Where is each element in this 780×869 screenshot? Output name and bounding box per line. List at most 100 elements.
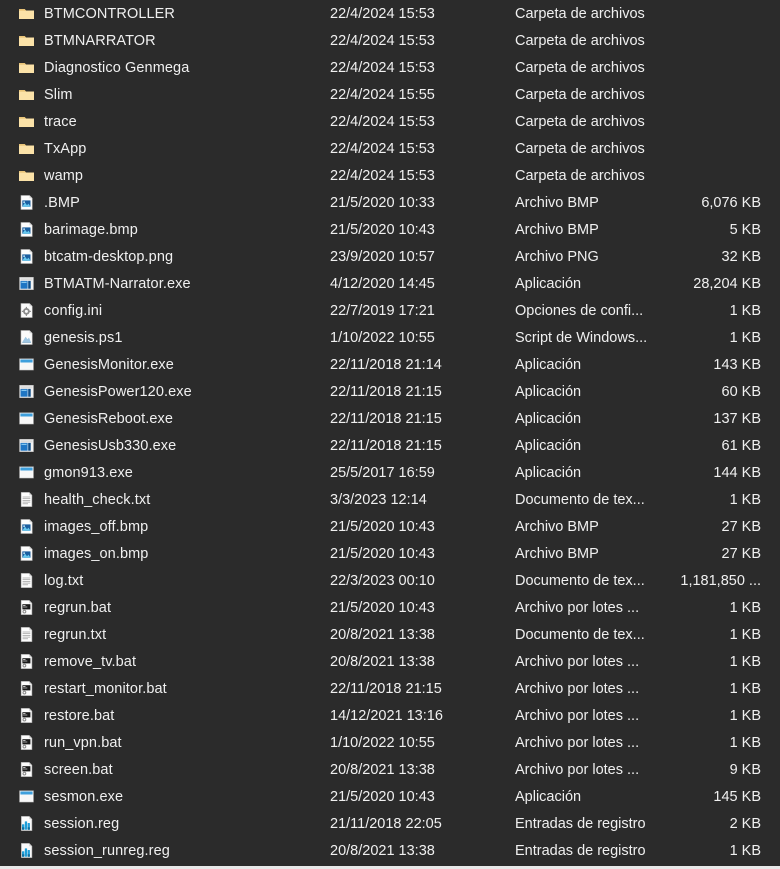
table-row[interactable]: GenesisPower120.exe22/11/2018 21:15Aplic… (0, 378, 780, 405)
table-row[interactable]: session.reg21/11/2018 22:05Entradas de r… (0, 810, 780, 837)
application-icon (18, 275, 35, 292)
table-row[interactable]: health_check.txt3/3/2023 12:14Documento … (0, 486, 780, 513)
file-name-cell[interactable]: run_vpn.bat (0, 734, 330, 751)
file-type-cell: Carpeta de archivos (515, 60, 660, 76)
table-row[interactable]: GenesisMonitor.exe22/11/2018 21:14Aplica… (0, 351, 780, 378)
file-date-cell: 21/5/2020 10:43 (330, 546, 515, 562)
file-name-cell[interactable]: images_off.bmp (0, 518, 330, 535)
table-row[interactable]: GenesisReboot.exe22/11/2018 21:15Aplicac… (0, 405, 780, 432)
table-row[interactable]: run_vpn.bat1/10/2022 10:55Archivo por lo… (0, 729, 780, 756)
table-row[interactable]: config.ini22/7/2019 17:21Opciones de con… (0, 297, 780, 324)
file-size-cell: 143 KB (660, 357, 770, 373)
table-row[interactable]: images_off.bmp21/5/2020 10:43Archivo BMP… (0, 513, 780, 540)
file-date-cell: 22/3/2023 00:10 (330, 573, 515, 589)
file-name-cell[interactable]: remove_tv.bat (0, 653, 330, 670)
file-name-cell[interactable]: images_on.bmp (0, 545, 330, 562)
table-row[interactable]: regrun.bat21/5/2020 10:43Archivo por lot… (0, 594, 780, 621)
file-date-cell: 22/4/2024 15:53 (330, 141, 515, 157)
file-name-cell[interactable]: GenesisMonitor.exe (0, 356, 330, 373)
file-size-cell: 61 KB (660, 438, 770, 454)
table-row[interactable]: .BMP21/5/2020 10:33Archivo BMP6,076 KB (0, 189, 780, 216)
file-type-cell: Documento de tex... (515, 627, 660, 643)
file-name-cell[interactable]: health_check.txt (0, 491, 330, 508)
folder-icon (18, 113, 35, 130)
file-name-cell[interactable]: session.reg (0, 815, 330, 832)
file-name-cell[interactable]: regrun.txt (0, 626, 330, 643)
file-size-cell: 1 KB (660, 708, 770, 724)
file-list-view[interactable]: BTMCONTROLLER22/4/2024 15:53Carpeta de a… (0, 0, 780, 869)
file-name-cell[interactable]: GenesisReboot.exe (0, 410, 330, 427)
batch-file-icon (18, 707, 35, 724)
table-row[interactable]: genesis.ps11/10/2022 10:55Script de Wind… (0, 324, 780, 351)
file-name-cell[interactable]: GenesisPower120.exe (0, 383, 330, 400)
file-name-cell[interactable]: GenesisUsb330.exe (0, 437, 330, 454)
file-size-cell: 1,181,850 ... (660, 573, 770, 589)
file-name-cell[interactable]: Slim (0, 86, 330, 103)
table-row[interactable]: regrun.txt20/8/2021 13:38Documento de te… (0, 621, 780, 648)
window-app-icon (18, 356, 35, 373)
table-row[interactable]: remove_tv.bat20/8/2021 13:38Archivo por … (0, 648, 780, 675)
file-date-cell: 22/4/2024 15:53 (330, 114, 515, 130)
file-name-label: gmon913.exe (44, 465, 133, 481)
table-row[interactable]: gmon913.exe25/5/2017 16:59Aplicación144 … (0, 459, 780, 486)
table-row[interactable]: wamp22/4/2024 15:53Carpeta de archivos (0, 162, 780, 189)
table-row[interactable]: screen.bat20/8/2021 13:38Archivo por lot… (0, 756, 780, 783)
file-name-cell[interactable]: sesmon.exe (0, 788, 330, 805)
file-name-cell[interactable]: gmon913.exe (0, 464, 330, 481)
application-icon (18, 437, 35, 454)
file-size-cell: 1 KB (660, 843, 770, 859)
table-row[interactable]: Slim22/4/2024 15:55Carpeta de archivos (0, 81, 780, 108)
file-size-cell: 9 KB (660, 762, 770, 778)
file-name-label: trace (44, 114, 77, 130)
file-date-cell: 22/11/2018 21:15 (330, 438, 515, 454)
table-row[interactable]: restore.bat14/12/2021 13:16Archivo por l… (0, 702, 780, 729)
file-type-cell: Aplicación (515, 384, 660, 400)
table-row[interactable]: Diagnostico Genmega22/4/2024 15:53Carpet… (0, 54, 780, 81)
file-name-cell[interactable]: restart_monitor.bat (0, 680, 330, 697)
folder-icon (18, 59, 35, 76)
file-name-cell[interactable]: screen.bat (0, 761, 330, 778)
file-name-cell[interactable]: config.ini (0, 302, 330, 319)
table-row[interactable]: barimage.bmp21/5/2020 10:43Archivo BMP5 … (0, 216, 780, 243)
file-type-cell: Opciones de confi... (515, 303, 660, 319)
table-row[interactable]: session_runreg.reg20/8/2021 13:38Entrada… (0, 837, 780, 864)
file-type-cell: Carpeta de archivos (515, 114, 660, 130)
application-icon (18, 383, 35, 400)
file-name-cell[interactable]: trace (0, 113, 330, 130)
table-row[interactable]: GenesisUsb330.exe22/11/2018 21:15Aplicac… (0, 432, 780, 459)
file-name-cell[interactable]: restore.bat (0, 707, 330, 724)
file-name-cell[interactable]: wamp (0, 167, 330, 184)
file-name-cell[interactable]: .BMP (0, 194, 330, 211)
file-type-cell: Carpeta de archivos (515, 168, 660, 184)
table-row[interactable]: BTMATM-Narrator.exe4/12/2020 14:45Aplica… (0, 270, 780, 297)
table-row[interactable]: TxApp22/4/2024 15:53Carpeta de archivos (0, 135, 780, 162)
file-name-label: BTMCONTROLLER (44, 6, 175, 22)
file-type-cell: Archivo BMP (515, 222, 660, 238)
table-row[interactable]: btcatm-desktop.png23/9/2020 10:57Archivo… (0, 243, 780, 270)
table-row[interactable]: BTMNARRATOR22/4/2024 15:53Carpeta de arc… (0, 27, 780, 54)
table-row[interactable]: trace 22/4/2024 15:53Carpeta de archivos (0, 108, 780, 135)
table-row[interactable]: images_on.bmp21/5/2020 10:43Archivo BMP2… (0, 540, 780, 567)
file-date-cell: 3/3/2023 12:14 (330, 492, 515, 508)
table-row[interactable]: log.txt22/3/2023 00:10Documento de tex..… (0, 567, 780, 594)
table-row[interactable]: BTMCONTROLLER22/4/2024 15:53Carpeta de a… (0, 0, 780, 27)
file-name-cell[interactable]: Diagnostico Genmega (0, 59, 330, 76)
file-name-cell[interactable]: session_runreg.reg (0, 842, 330, 859)
file-name-label: GenesisMonitor.exe (44, 357, 174, 373)
table-row[interactable]: restart_monitor.bat22/11/2018 21:15Archi… (0, 675, 780, 702)
file-name-cell[interactable]: TxApp (0, 140, 330, 157)
file-name-cell[interactable]: regrun.bat (0, 599, 330, 616)
bitmap-image-icon (18, 518, 35, 535)
file-size-cell: 1 KB (660, 330, 770, 346)
file-name-cell[interactable]: BTMCONTROLLER (0, 5, 330, 22)
file-name-cell[interactable]: log.txt (0, 572, 330, 589)
file-name-cell[interactable]: genesis.ps1 (0, 329, 330, 346)
table-row[interactable]: sesmon.exe21/5/2020 10:43Aplicación145 K… (0, 783, 780, 810)
file-name-cell[interactable]: btcatm-desktop.png (0, 248, 330, 265)
bitmap-image-icon (18, 248, 35, 265)
file-name-cell[interactable]: barimage.bmp (0, 221, 330, 238)
file-type-cell: Archivo BMP (515, 195, 660, 211)
file-type-cell: Carpeta de archivos (515, 141, 660, 157)
file-name-cell[interactable]: BTMNARRATOR (0, 32, 330, 49)
file-name-cell[interactable]: BTMATM-Narrator.exe (0, 275, 330, 292)
